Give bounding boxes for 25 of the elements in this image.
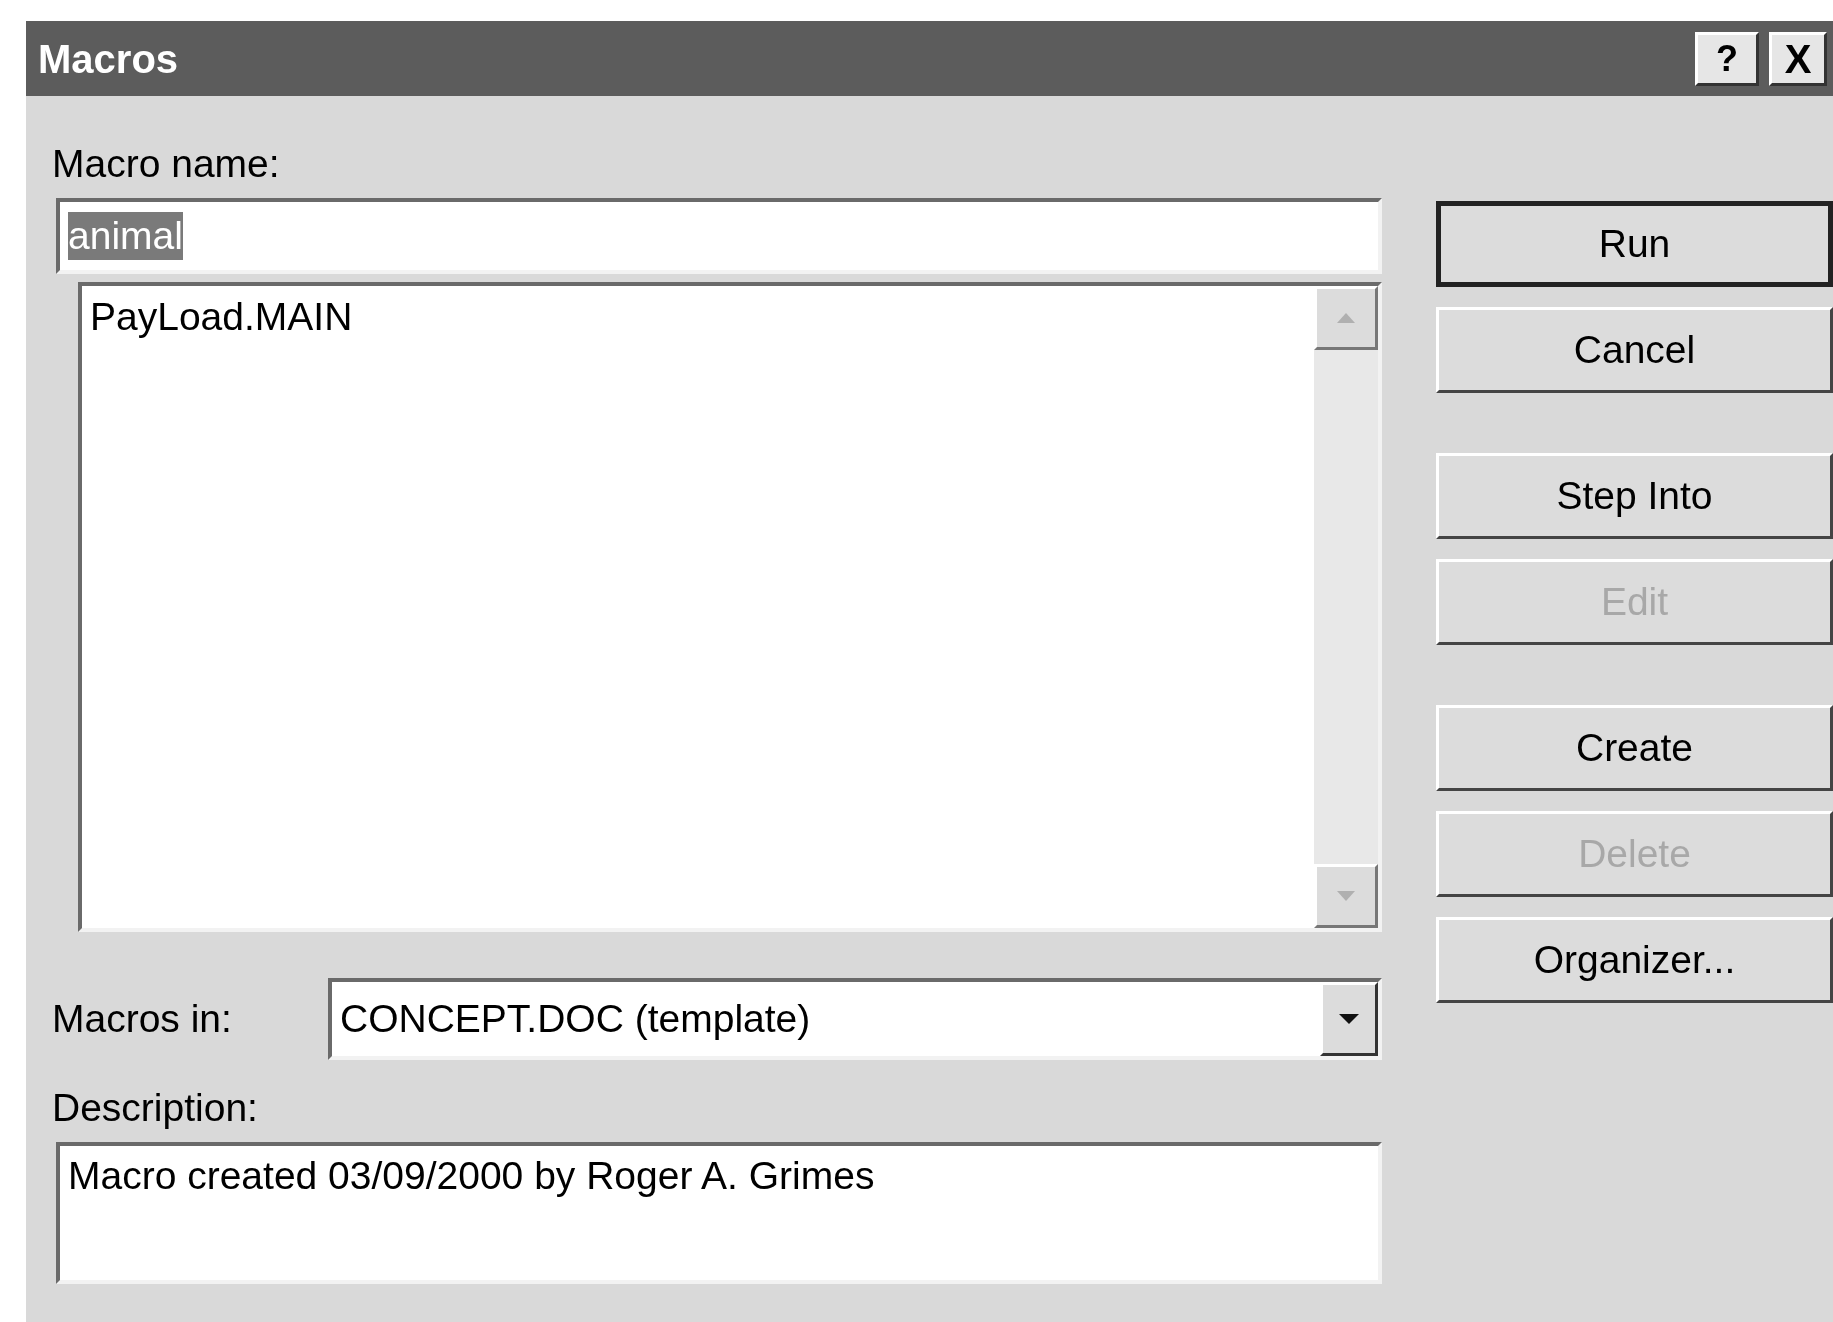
dialog-button[interactable]: Organizer... (1436, 917, 1833, 1003)
dialog-button[interactable]: Create (1436, 705, 1833, 791)
field-label: Description: (52, 1085, 259, 1131)
field-label: Macro name: (52, 141, 281, 187)
field-label: Macros in: (52, 995, 233, 1042)
dropdown-button[interactable] (1320, 982, 1378, 1056)
scroll-down-button[interactable] (1314, 864, 1378, 928)
scrollbar[interactable] (1314, 286, 1378, 928)
dialog-button[interactable]: Run (1436, 201, 1833, 287)
macro-list[interactable]: PayLoad.MAIN (78, 282, 1382, 932)
help-button[interactable]: ? (1695, 31, 1759, 86)
dialog-button[interactable]: Step Into (1436, 453, 1833, 539)
input-field[interactable]: animal (56, 198, 1382, 274)
window-title: Macros (38, 35, 179, 83)
caret-icon (1338, 1013, 1360, 1025)
macros-in-dropdown[interactable]: CONCEPT.DOC (template) (328, 978, 1382, 1060)
description-text: Macro created 03/09/2000 by Roger A. Grimes (68, 1154, 875, 1197)
close-button[interactable]: X (1769, 31, 1827, 86)
dropdown-value: CONCEPT.DOC (template) (340, 995, 812, 1042)
dialog-button[interactable]: Cancel (1436, 307, 1833, 393)
list-item[interactable]: PayLoad.MAIN (88, 292, 355, 342)
scroll-up-button[interactable] (1314, 286, 1378, 350)
up-arrow-icon (1336, 312, 1356, 324)
down-arrow-icon (1336, 890, 1356, 902)
field-text: animal (68, 212, 183, 260)
